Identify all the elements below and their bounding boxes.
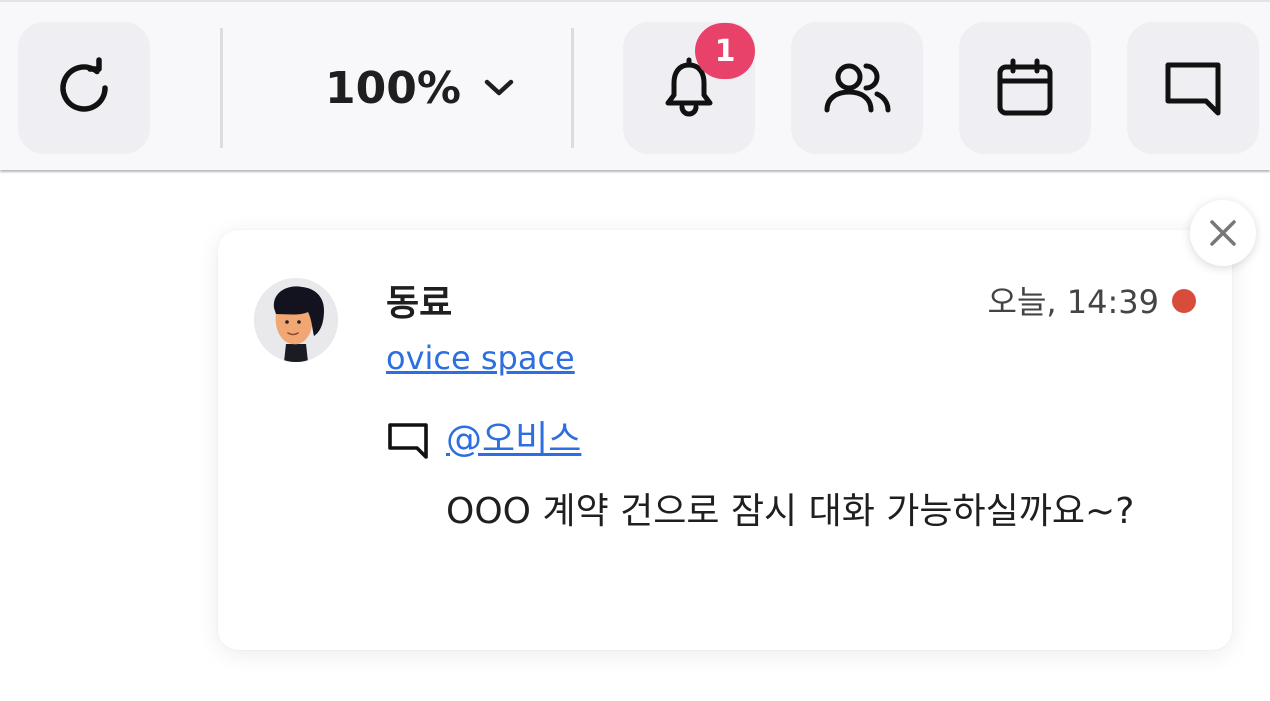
unread-dot bbox=[1172, 289, 1196, 313]
refresh-button[interactable] bbox=[18, 22, 150, 154]
avatar bbox=[254, 278, 338, 362]
refresh-icon bbox=[60, 57, 108, 112]
toolbar-divider bbox=[571, 28, 574, 148]
chat-icon bbox=[1165, 62, 1221, 116]
chevron-down-icon bbox=[484, 79, 514, 96]
toolbar-divider bbox=[220, 28, 223, 148]
top-toolbar: 100% 1 bbox=[0, 0, 1270, 170]
space-link[interactable]: ovice space bbox=[386, 336, 575, 380]
chat-icon bbox=[388, 423, 428, 459]
timestamp: 오늘, 14:39 bbox=[987, 283, 1159, 321]
close-notification-button[interactable] bbox=[1190, 200, 1256, 266]
chat-button[interactable] bbox=[1127, 22, 1259, 154]
sender-name: 동료 bbox=[386, 283, 453, 324]
close-icon bbox=[1210, 220, 1236, 246]
calendar-icon bbox=[997, 58, 1053, 116]
avatar-illustration bbox=[254, 278, 338, 362]
users-icon bbox=[824, 63, 891, 113]
calendar-button[interactable] bbox=[959, 22, 1091, 154]
message-text: OOO 계약 건으로 잠시 대화 가능하실까요~? bbox=[446, 491, 1135, 532]
zoom-level: 100% bbox=[325, 62, 461, 114]
members-button[interactable] bbox=[791, 22, 923, 154]
mention-link[interactable]: @오비스 bbox=[446, 416, 581, 464]
notification-count-badge: 1 bbox=[695, 23, 755, 79]
zoom-dropdown[interactable]: 100% bbox=[300, 22, 540, 154]
